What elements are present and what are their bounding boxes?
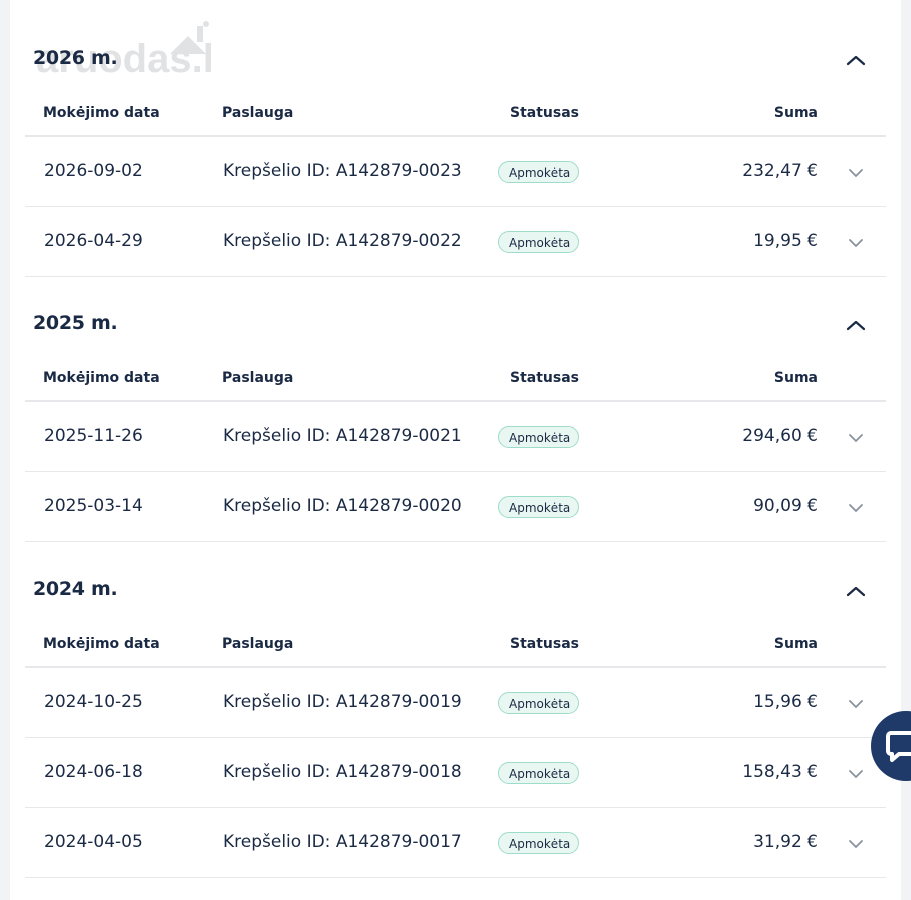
chevron-up-icon	[846, 586, 866, 597]
expand-row-button[interactable]	[845, 165, 867, 181]
year-title: 2025 m.	[33, 312, 118, 334]
chevron-down-icon	[849, 504, 863, 512]
table-body: 2025-11-26 Krepšelio ID: A142879-0021 Ap…	[25, 402, 886, 542]
payment-date: 2025-03-14	[44, 496, 143, 516]
column-header-sum: Suma	[773, 105, 818, 121]
expand-row-button[interactable]	[845, 430, 867, 446]
chevron-down-icon	[849, 770, 863, 778]
collapse-section-button[interactable]	[842, 49, 870, 71]
service-name: Krepšelio ID: A142879-0022	[223, 231, 462, 251]
table-header: Mokėjimo data Paslauga Statusas Suma	[25, 616, 886, 668]
status-badge: Apmokėta	[498, 762, 579, 784]
chevron-down-icon	[849, 239, 863, 247]
chevron-down-icon	[849, 434, 863, 442]
payment-sum: 19,95 €	[753, 231, 818, 251]
payment-sum: 90,09 €	[753, 496, 818, 516]
payment-date: 2026-04-29	[44, 231, 143, 251]
year-title: 2024 m.	[33, 578, 118, 600]
table-row[interactable]: 2025-03-14 Krepšelio ID: A142879-0020 Ap…	[25, 472, 886, 542]
chevron-down-icon	[849, 840, 863, 848]
service-name: Krepšelio ID: A142879-0018	[223, 762, 462, 782]
collapse-section-button[interactable]	[842, 314, 870, 336]
column-header-sum: Suma	[773, 636, 818, 652]
column-header-date: Mokėjimo data	[43, 105, 160, 121]
column-header-status: Statusas	[510, 105, 579, 121]
payment-date: 2025-11-26	[44, 426, 143, 446]
payments-card: aruodas.lt 2026 m. Mokėjimo data Paslaug…	[10, 0, 901, 900]
chevron-up-icon	[846, 55, 866, 66]
year-title: 2026 m.	[33, 47, 118, 69]
expand-row-button[interactable]	[845, 696, 867, 712]
expand-row-button[interactable]	[845, 235, 867, 251]
payment-sum: 294,60 €	[742, 426, 818, 446]
collapse-section-button[interactable]	[842, 580, 870, 602]
payment-date: 2024-04-05	[44, 832, 143, 852]
table-row[interactable]: 2026-04-29 Krepšelio ID: A142879-0022 Ap…	[25, 207, 886, 277]
column-header-service: Paslauga	[222, 636, 294, 652]
status-badge: Apmokėta	[498, 496, 579, 518]
status-badge: Apmokėta	[498, 426, 579, 448]
status-badge: Apmokėta	[498, 161, 579, 183]
table-row[interactable]: 2024-10-25 Krepšelio ID: A142879-0019 Ap…	[25, 668, 886, 738]
payment-date: 2024-06-18	[44, 762, 143, 782]
service-name: Krepšelio ID: A142879-0017	[223, 832, 462, 852]
chat-bubble-icon	[886, 731, 911, 762]
year-header[interactable]: 2025 m.	[10, 300, 901, 350]
column-header-status: Statusas	[510, 636, 579, 652]
chevron-down-icon	[849, 700, 863, 708]
column-header-service: Paslauga	[222, 105, 294, 121]
service-name: Krepšelio ID: A142879-0019	[223, 692, 462, 712]
payment-sum: 15,96 €	[753, 692, 818, 712]
chevron-up-icon	[846, 320, 866, 331]
expand-row-button[interactable]	[845, 500, 867, 516]
expand-row-button[interactable]	[845, 836, 867, 852]
table-row[interactable]: 2026-09-02 Krepšelio ID: A142879-0023 Ap…	[25, 137, 886, 207]
payment-sum: 158,43 €	[742, 762, 818, 782]
table-header: Mokėjimo data Paslauga Statusas Suma	[25, 350, 886, 402]
table-row[interactable]: 2024-04-05 Krepšelio ID: A142879-0017 Ap…	[25, 808, 886, 878]
table-row[interactable]: 2024-06-18 Krepšelio ID: A142879-0018 Ap…	[25, 738, 886, 808]
table-body: 2024-10-25 Krepšelio ID: A142879-0019 Ap…	[25, 668, 886, 878]
service-name: Krepšelio ID: A142879-0020	[223, 496, 462, 516]
table-body: 2026-09-02 Krepšelio ID: A142879-0023 Ap…	[25, 137, 886, 277]
payment-date: 2024-10-25	[44, 692, 143, 712]
payment-sum: 232,47 €	[742, 161, 818, 181]
service-name: Krepšelio ID: A142879-0021	[223, 426, 462, 446]
table-header: Mokėjimo data Paslauga Statusas Suma	[25, 85, 886, 137]
status-badge: Apmokėta	[498, 832, 579, 854]
expand-row-button[interactable]	[845, 766, 867, 782]
column-header-status: Statusas	[510, 370, 579, 386]
column-header-date: Mokėjimo data	[43, 636, 160, 652]
column-header-sum: Suma	[773, 370, 818, 386]
status-badge: Apmokėta	[498, 692, 579, 714]
status-badge: Apmokėta	[498, 231, 579, 253]
payment-sum: 31,92 €	[753, 832, 818, 852]
payment-date: 2026-09-02	[44, 161, 143, 181]
table-row[interactable]: 2025-11-26 Krepšelio ID: A142879-0021 Ap…	[25, 402, 886, 472]
year-header[interactable]: 2026 m.	[10, 35, 901, 85]
chevron-down-icon	[849, 169, 863, 177]
column-header-service: Paslauga	[222, 370, 294, 386]
year-header[interactable]: 2024 m.	[10, 566, 901, 616]
column-header-date: Mokėjimo data	[43, 370, 160, 386]
service-name: Krepšelio ID: A142879-0023	[223, 161, 462, 181]
